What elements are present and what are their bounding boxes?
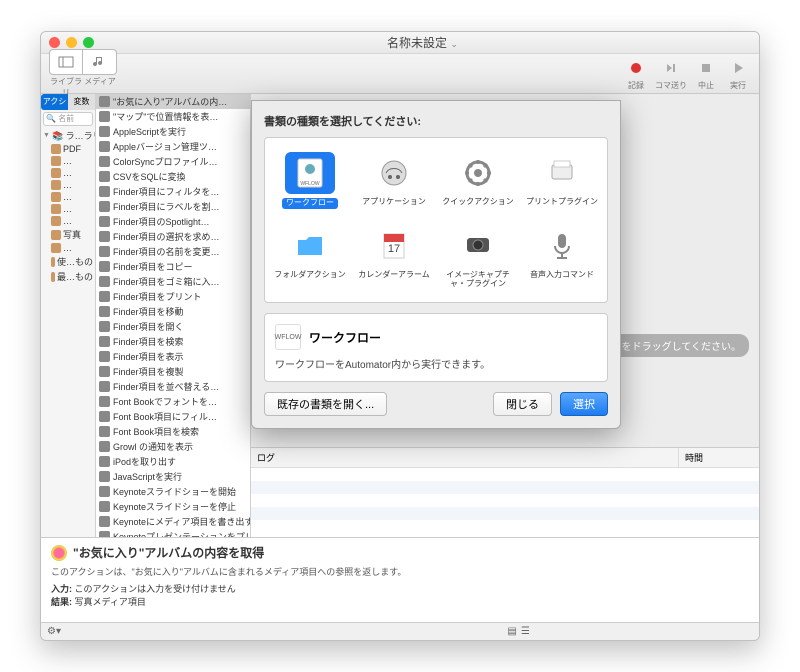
- library-item[interactable]: …: [41, 215, 95, 227]
- choose-button[interactable]: 選択: [560, 392, 608, 416]
- action-item[interactable]: Finder項目を複製: [96, 364, 250, 379]
- action-item[interactable]: Finder項目を並べ替える…: [96, 379, 250, 394]
- action-item[interactable]: Keynoteスライドショーを開始: [96, 484, 250, 499]
- gear-icon[interactable]: ⚙︎▾: [47, 626, 61, 637]
- action-item[interactable]: Finder項目のSpotlight…: [96, 214, 250, 229]
- action-item[interactable]: JavaScriptを実行: [96, 469, 250, 484]
- run-button[interactable]: [725, 56, 751, 80]
- library-root[interactable]: ▼📚 ラ…ラリ: [41, 128, 95, 143]
- library-item[interactable]: …: [41, 242, 95, 254]
- action-item[interactable]: "お気に入り"アルバムの内…: [96, 94, 250, 109]
- new-document-sheet: 書類の種類を選択してください: WFLOWワークフローアプリケーションクイックア…: [251, 100, 621, 429]
- open-existing-button[interactable]: 既存の書類を開く...: [264, 392, 387, 416]
- action-item[interactable]: Finder項目にラベルを割…: [96, 199, 250, 214]
- library-item[interactable]: 使…もの: [41, 254, 95, 269]
- doc-type-6[interactable]: イメージキャプチャ・プラグイン: [437, 221, 519, 293]
- workflow-doc-icon: WFLOW: [275, 324, 301, 350]
- library-item[interactable]: PDF: [41, 143, 95, 155]
- library-toggle-button[interactable]: [49, 49, 83, 75]
- action-item[interactable]: Finder項目の選択を求め…: [96, 229, 250, 244]
- traffic-lights: [49, 37, 94, 48]
- action-item[interactable]: Appleバージョン管理ツ…: [96, 139, 250, 154]
- log-col-log: ログ: [251, 448, 679, 467]
- action-item[interactable]: iPodを取り出す: [96, 454, 250, 469]
- library-item[interactable]: …: [41, 155, 95, 167]
- svg-text:WFLOW: WFLOW: [300, 181, 319, 187]
- automator-window: 名称未設定 ⌄ ライブラリ メディア 記録 コマ送り 中止 実行: [40, 31, 760, 641]
- svg-text:17: 17: [388, 243, 400, 255]
- doc-type-4[interactable]: フォルダアクション: [269, 221, 351, 293]
- library-item[interactable]: …: [41, 179, 95, 191]
- media-button[interactable]: [83, 49, 117, 75]
- record-button[interactable]: [623, 56, 649, 80]
- action-item[interactable]: Finder項目をゴミ箱に入…: [96, 274, 250, 289]
- action-item[interactable]: AppleScriptを実行: [96, 124, 250, 139]
- log-panel: ログ 時間: [251, 447, 759, 537]
- doc-type-7[interactable]: 音声入力コマンド: [521, 221, 603, 293]
- view-flow-icon[interactable]: ☰: [521, 626, 530, 637]
- action-item[interactable]: Finder項目を検索: [96, 334, 250, 349]
- log-rows: [251, 468, 759, 537]
- photos-app-icon: [51, 545, 67, 561]
- action-item[interactable]: Finder項目の名前を変更…: [96, 244, 250, 259]
- actions-list[interactable]: "お気に入り"アルバムの内…"マップ"で位置情報を表…AppleScriptを実…: [96, 94, 251, 537]
- action-item[interactable]: Finder項目を表示: [96, 349, 250, 364]
- tab-variables[interactable]: 変数: [68, 94, 95, 110]
- action-item[interactable]: Finder項目にフィルタを…: [96, 184, 250, 199]
- action-item[interactable]: Finder項目をプリント: [96, 289, 250, 304]
- log-col-time: 時間: [679, 448, 759, 467]
- view-list-icon[interactable]: ▤: [507, 626, 516, 637]
- stop-button[interactable]: [693, 56, 719, 80]
- type-description-box: WFLOW ワークフロー ワークフローをAutomator内から実行できます。: [264, 313, 608, 382]
- action-item[interactable]: Font Book項目を検索: [96, 424, 250, 439]
- doc-type-1[interactable]: アプリケーション: [353, 148, 435, 213]
- title-chevron-icon[interactable]: ⌄: [450, 39, 458, 49]
- action-item[interactable]: Finder項目を移動: [96, 304, 250, 319]
- action-item[interactable]: Keynoteにメディア項目を書き出す: [96, 514, 250, 529]
- footer-bar: ⚙︎▾ ▤ ☰: [41, 622, 759, 640]
- desc-text: ワークフローをAutomator内から実行できます。: [275, 356, 597, 371]
- action-item[interactable]: Keynoteスライドショーを停止: [96, 499, 250, 514]
- modal-title: 書類の種類を選択してください:: [264, 113, 608, 129]
- doc-type-5[interactable]: 17カレンダーアラーム: [353, 221, 435, 293]
- doc-type-3[interactable]: プリントプラグイン: [521, 148, 603, 213]
- zoom-window-icon[interactable]: [83, 37, 94, 48]
- doc-type-0[interactable]: WFLOWワークフロー: [269, 148, 351, 213]
- action-item[interactable]: "マップ"で位置情報を表…: [96, 109, 250, 124]
- action-item[interactable]: ColorSyncプロファイル…: [96, 154, 250, 169]
- toolbar: ライブラリ メディア 記録 コマ送り 中止 実行: [41, 54, 759, 94]
- window-title: 名称未設定 ⌄: [94, 34, 751, 51]
- close-window-icon[interactable]: [49, 37, 60, 48]
- library-sidebar: アクション 変数 🔍 名前 ▼📚 ラ…ラリ PDF … … … … … … 写真…: [41, 94, 96, 537]
- step-button[interactable]: [658, 56, 684, 80]
- close-button[interactable]: 閉じる: [493, 392, 552, 416]
- info-description: このアクションは、"お気に入り"アルバムに含まれるメディア項目への参照を返します…: [51, 565, 749, 578]
- action-item[interactable]: Keynoteプレゼンテーションをプリント: [96, 529, 250, 537]
- minimize-window-icon[interactable]: [66, 37, 77, 48]
- action-item[interactable]: CSVをSQLに変換: [96, 169, 250, 184]
- action-info-panel: "お気に入り"アルバムの内容を取得 このアクションは、"お気に入り"アルバムに含…: [41, 537, 759, 622]
- search-input[interactable]: 🔍 名前: [43, 112, 93, 126]
- library-item[interactable]: 最…もの: [41, 269, 95, 284]
- desc-title: ワークフロー: [309, 329, 381, 346]
- action-item[interactable]: Font Bookでフォントを…: [96, 394, 250, 409]
- tab-actions[interactable]: アクション: [41, 94, 68, 110]
- action-item[interactable]: Font Book項目にフィル…: [96, 409, 250, 424]
- action-item[interactable]: Growl の通知を表示: [96, 439, 250, 454]
- library-item[interactable]: …: [41, 203, 95, 215]
- info-title: "お気に入り"アルバムの内容を取得: [73, 544, 264, 561]
- doc-type-2[interactable]: クイックアクション: [437, 148, 519, 213]
- library-item[interactable]: …: [41, 191, 95, 203]
- titlebar: 名称未設定 ⌄: [41, 32, 759, 54]
- library-item[interactable]: 写真: [41, 227, 95, 242]
- library-item[interactable]: …: [41, 167, 95, 179]
- action-item[interactable]: Finder項目を開く: [96, 319, 250, 334]
- action-item[interactable]: Finder項目をコピー: [96, 259, 250, 274]
- document-type-grid: WFLOWワークフローアプリケーションクイックアクションプリントプラグインフォル…: [264, 137, 608, 303]
